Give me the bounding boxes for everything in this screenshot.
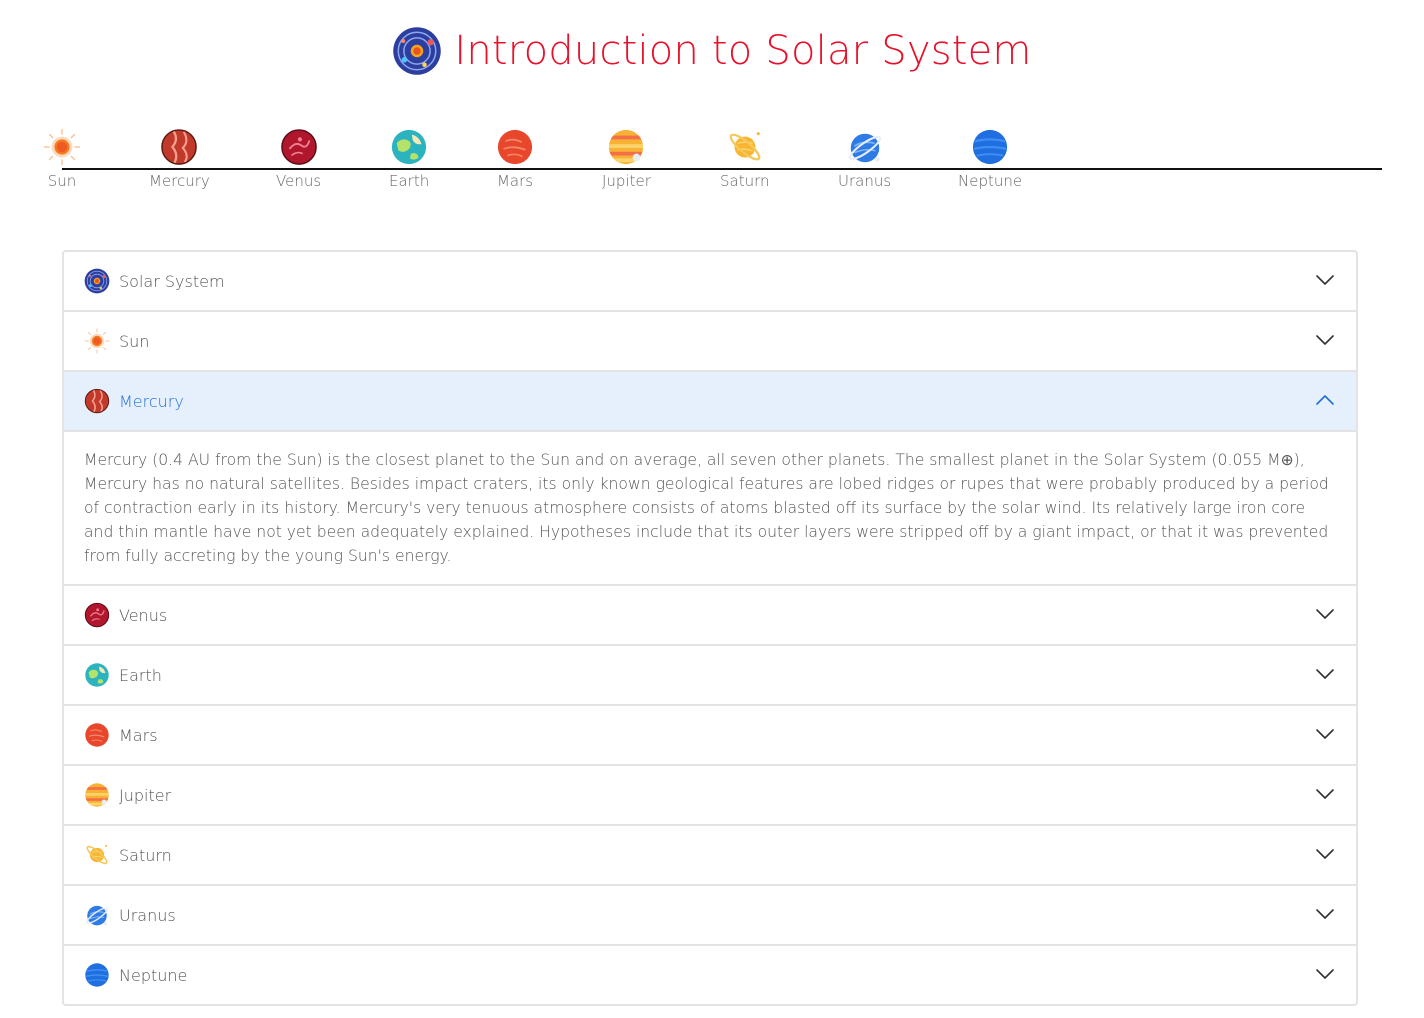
saturn-icon [726,128,764,166]
accordion-body-mercury: Mercury (0.4 AU from the Sun) is the clo… [64,430,1356,584]
venus-icon [280,128,318,166]
planet-accordion: Solar System Sun Mercury Mercury (0.4 AU… [62,250,1358,1006]
accordion-label: Neptune [119,965,188,985]
mars-icon [496,128,534,166]
earth-icon [84,662,110,688]
timeline-item-saturn[interactable]: Saturn [720,128,770,190]
neptune-icon [971,128,1009,166]
venus-icon [84,602,110,628]
page-header: Introduction to Solar System [0,22,1424,80]
jupiter-icon [607,128,645,166]
accordion-header-mercury[interactable]: Mercury [64,372,1356,430]
accordion-item-venus: Venus [64,584,1356,644]
timeline-item-jupiter[interactable]: Jupiter [602,128,651,190]
accordion-header-mars[interactable]: Mars [64,706,1356,764]
neptune-icon [84,962,110,988]
chevron-down-icon [1316,665,1334,683]
chevron-down-icon [1316,905,1334,923]
solar-system-icon [84,268,110,294]
timeline-item-earth[interactable]: Earth [389,128,429,190]
mercury-icon [160,128,198,166]
accordion-item-sun: Sun [64,310,1356,370]
timeline-item-label: Saturn [720,172,770,190]
sun-icon [43,128,81,166]
page-title: Introduction to Solar System [454,28,1032,74]
timeline-item-label: Jupiter [602,172,651,190]
timeline-item-label: Mars [496,172,534,190]
timeline-item-label: Uranus [838,172,892,190]
accordion-item-solar-system: Solar System [64,252,1356,310]
timeline-item-mars[interactable]: Mars [496,128,534,190]
mercury-icon [84,388,110,414]
accordion-label: Venus [119,605,168,625]
accordion-item-neptune: Neptune [64,944,1356,1004]
accordion-header-venus[interactable]: Venus [64,586,1356,644]
earth-icon [390,128,428,166]
timeline-item-label: Venus [276,172,322,190]
accordion-item-earth: Earth [64,644,1356,704]
saturn-icon [84,842,110,868]
chevron-down-icon [1316,331,1334,349]
timeline-item-label: Sun [47,172,77,190]
mars-icon [84,722,110,748]
accordion-header-uranus[interactable]: Uranus [64,886,1356,944]
timeline-item-uranus[interactable]: Uranus [838,128,891,190]
timeline-item-sun[interactable]: Sun [43,128,81,190]
accordion-label: Saturn [119,845,172,865]
accordion-item-saturn: Saturn [64,824,1356,884]
accordion-label: Earth [119,665,162,685]
accordion-label: Jupiter [119,785,172,805]
accordion-header-saturn[interactable]: Saturn [64,826,1356,884]
accordion-label: Sun [119,331,150,351]
accordion-label: Mars [119,725,158,745]
jupiter-icon [84,782,110,808]
accordion-item-jupiter: Jupiter [64,764,1356,824]
sun-icon [84,328,110,354]
chevron-down-icon [1316,845,1334,863]
chevron-down-icon [1316,785,1334,803]
accordion-item-mercury: Mercury Mercury (0.4 AU from the Sun) is… [64,370,1356,584]
uranus-icon [846,128,884,166]
timeline-item-label: Earth [389,172,430,190]
accordion-item-uranus: Uranus [64,884,1356,944]
accordion-header-neptune[interactable]: Neptune [64,946,1356,1004]
accordion-header-jupiter[interactable]: Jupiter [64,766,1356,824]
timeline-item-venus[interactable]: Venus [276,128,321,190]
solar-system-icon [392,26,442,76]
timeline-item-label: Neptune [958,172,1023,190]
chevron-down-icon [1316,605,1334,623]
chevron-down-icon [1316,725,1334,743]
accordion-header-sun[interactable]: Sun [64,312,1356,370]
accordion-header-earth[interactable]: Earth [64,646,1356,704]
accordion-label: Solar System [119,271,225,291]
accordion-label: Uranus [119,905,176,925]
timeline-item-mercury[interactable]: Mercury [149,128,210,190]
chevron-up-icon [1316,391,1334,409]
accordion-header-solar-system[interactable]: Solar System [64,252,1356,310]
timeline-item-neptune[interactable]: Neptune [958,128,1022,190]
accordion-item-mars: Mars [64,704,1356,764]
chevron-down-icon [1316,965,1334,983]
accordion-label: Mercury [119,391,184,411]
timeline-item-label: Mercury [149,172,210,190]
planet-timeline: Sun Mercury Venus Earth Mars Jupiter Sat… [0,128,1424,208]
uranus-icon [84,902,110,928]
chevron-down-icon [1316,271,1334,289]
